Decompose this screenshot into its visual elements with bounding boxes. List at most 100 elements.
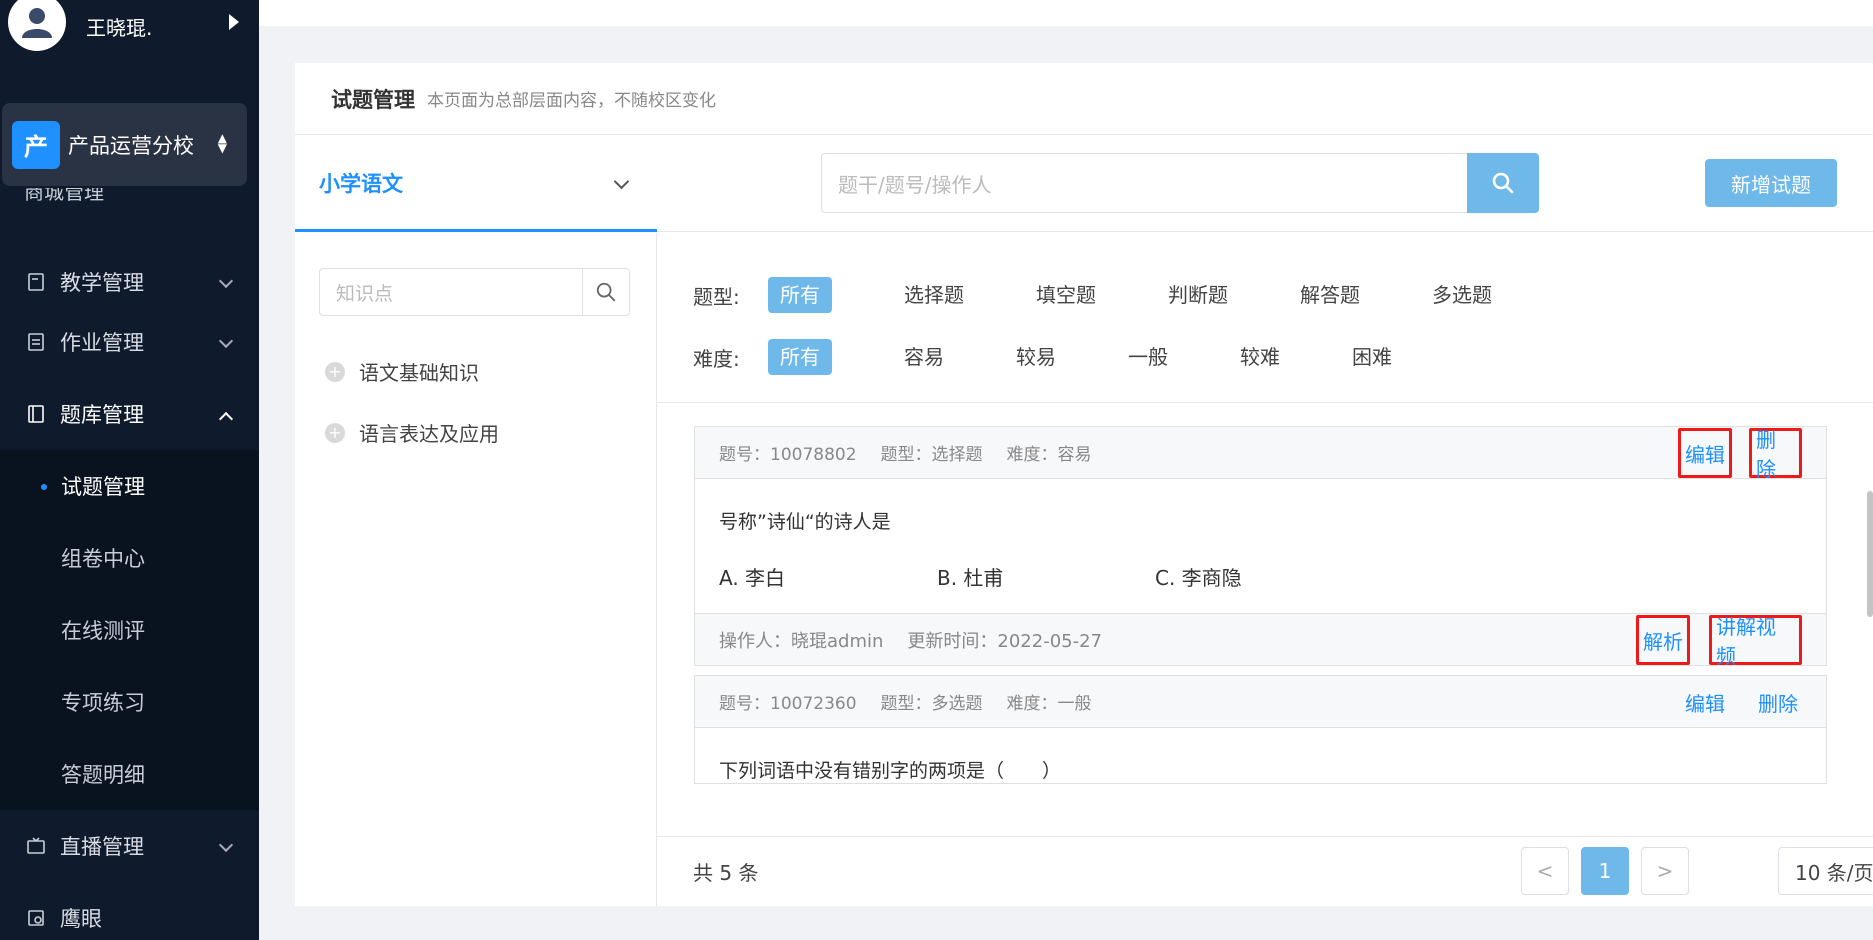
subject-select[interactable]: 小学语文 — [295, 136, 657, 232]
sidebar-subitem-online-assessment[interactable]: 在线测评 — [0, 594, 259, 666]
question-footer: 操作人：晓琨admin 更新时间：2022-05-27 解析 讲解视频 — [695, 613, 1826, 668]
question-id: 题号：10072360 — [719, 694, 857, 714]
next-page-button[interactable]: > — [1641, 847, 1689, 895]
tv-icon — [27, 837, 45, 854]
operator: 操作人：晓琨admin — [719, 630, 884, 652]
sidebar: 王晓琨. 产 产品运营分校 ▲ ▼ 商城管理 教学管理 作业管理 题库管理 试题管… — [0, 0, 259, 940]
chevron-down-icon — [613, 173, 630, 190]
knowledge-search-button[interactable] — [582, 268, 630, 316]
type-filter: 题型: 所有 选择题 填空题 判断题 解答题 多选题 — [693, 276, 1552, 314]
page-size-select[interactable]: 10 条/页 — [1778, 847, 1873, 895]
scrollbar-thumb[interactable] — [1867, 491, 1873, 617]
question-type: 题型：多选题 — [880, 694, 983, 714]
type-chip-judge[interactable]: 判断题 — [1156, 277, 1240, 313]
sidebar-item-mall[interactable]: 商城管理 — [24, 188, 104, 210]
video-action: 讲解视频 — [1709, 614, 1826, 668]
question-bank-icon — [28, 405, 44, 423]
top-bar — [259, 0, 1873, 26]
question-stem: 下列词语中没有错别字的两项是（ ） — [719, 760, 1062, 782]
sidebar-subitem-paper-center[interactable]: 组卷中心 — [0, 522, 259, 594]
option-c: C. 李商隐 — [1155, 566, 1242, 590]
question-id: 题号：10078802 — [719, 445, 857, 465]
question-options: A. 李白 B. 杜甫 C. 李商隐 — [695, 534, 1826, 591]
question-bank-submenu: 试题管理 组卷中心 在线测评 专项练习 答题明细 — [0, 450, 259, 810]
edit-button[interactable]: 编辑 — [1678, 428, 1732, 478]
chevron-down-icon — [218, 333, 234, 349]
knowledge-panel: 知识点 + 语文基础知识 + 语言表达及应用 — [295, 233, 657, 906]
updated-time: 更新时间：2022-05-27 — [907, 630, 1103, 652]
pagination: 共 5 条 < 1 > 10 条/页 — [657, 836, 1873, 906]
filter-label: 难度: — [693, 346, 740, 371]
filter-panel: 题型: 所有 选择题 填空题 判断题 解答题 多选题 难度: 所有 容易 较易 … — [657, 233, 1873, 403]
difficulty-chip-hard[interactable]: 困难 — [1340, 339, 1404, 375]
edit-action: 编辑 — [1685, 676, 1749, 728]
page-button-1[interactable]: 1 — [1581, 847, 1629, 895]
eye-icon — [28, 910, 44, 926]
subject-value: 小学语文 — [319, 171, 403, 196]
tree-item-label: 语言表达及应用 — [359, 422, 499, 446]
question-card: 题号：10078802 题型：选择题 难度：容易 编辑 删除 号称”诗仙“的诗人… — [694, 426, 1827, 668]
search-input[interactable]: 题干/题号/操作人 — [821, 153, 1469, 213]
explain-video-button[interactable]: 讲解视频 — [1709, 615, 1802, 668]
tree-item[interactable]: + 语文基础知识 — [325, 357, 479, 386]
page-size-value: 10 条/页 — [1795, 860, 1873, 885]
question-difficulty: 难度：一般 — [1006, 694, 1092, 714]
difficulty-chip-easy[interactable]: 容易 — [892, 339, 956, 375]
type-chip-multi[interactable]: 多选题 — [1420, 277, 1504, 313]
expand-arrow-icon[interactable] — [229, 14, 239, 30]
difficulty-chip-medium[interactable]: 一般 — [1116, 339, 1180, 375]
search-icon — [596, 282, 616, 302]
question-type: 题型：选择题 — [880, 445, 983, 465]
prev-page-button[interactable]: < — [1521, 847, 1569, 895]
question-meta: 题号：10072360 题型：多选题 难度：一般 编辑 删除 — [695, 676, 1826, 728]
add-question-button[interactable]: 新增试题 — [1705, 159, 1837, 207]
main-panel: 试题管理 本页面为总部层面内容，不随校区变化 小学语文 题干/题号/操作人 新增… — [295, 63, 1873, 906]
page-title: 试题管理 — [331, 87, 415, 112]
knowledge-search-input[interactable]: 知识点 — [319, 268, 583, 316]
user-profile[interactable]: 王晓琨. — [8, 0, 259, 52]
sidebar-item-label: 题库管理 — [60, 403, 144, 427]
sidebar-item-question-bank[interactable]: 题库管理 — [0, 378, 259, 450]
expand-plus-icon[interactable]: + — [325, 422, 345, 443]
sidebar-item-live[interactable]: 直播管理 — [0, 810, 259, 882]
sidebar-item-homework[interactable]: 作业管理 — [0, 306, 259, 378]
difficulty-chip-fairly-hard[interactable]: 较难 — [1228, 339, 1292, 375]
option-a: A. 李白 — [719, 566, 786, 590]
chevron-up-icon — [218, 411, 234, 427]
search-icon — [1492, 172, 1514, 194]
type-chip-answer[interactable]: 解答题 — [1288, 277, 1372, 313]
delete-action: 删除 — [1758, 676, 1822, 728]
sort-caret-icon: ▲ ▼ — [217, 131, 227, 155]
chevron-down-icon — [218, 273, 234, 289]
delete-button[interactable]: 删除 — [1749, 428, 1802, 481]
search-button[interactable] — [1467, 153, 1539, 213]
difficulty-filter: 难度: 所有 容易 较易 一般 较难 困难 — [693, 338, 1452, 376]
page-header: 试题管理 本页面为总部层面内容，不随校区变化 — [295, 63, 1873, 135]
book-icon — [28, 273, 44, 291]
difficulty-chip-all[interactable]: 所有 — [768, 339, 832, 375]
school-name: 产品运营分校 — [68, 133, 194, 158]
question-meta: 题号：10078802 题型：选择题 难度：容易 编辑 删除 — [695, 427, 1826, 481]
analysis-button[interactable]: 解析 — [1636, 615, 1690, 665]
type-chip-fill[interactable]: 填空题 — [1024, 277, 1108, 313]
sidebar-item-label: 鹰眼 — [60, 907, 102, 931]
sidebar-subitem-special-practice[interactable]: 专项练习 — [0, 666, 259, 738]
user-icon — [22, 8, 52, 38]
tree-item[interactable]: + 语言表达及应用 — [325, 418, 499, 447]
type-chip-choice[interactable]: 选择题 — [892, 277, 976, 313]
page-description: 本页面为总部层面内容，不随校区变化 — [427, 91, 716, 111]
divider — [657, 231, 1873, 232]
sidebar-subitem-question-management[interactable]: 试题管理 — [0, 450, 259, 522]
delete-button[interactable]: 删除 — [1758, 688, 1798, 717]
sidebar-item-label: 作业管理 — [60, 331, 144, 355]
sidebar-item-eagle-eye[interactable]: 鹰眼 — [0, 882, 259, 940]
school-switcher[interactable]: 产 产品运营分校 ▲ ▼ — [2, 103, 247, 186]
edit-button[interactable]: 编辑 — [1685, 688, 1725, 717]
sidebar-subitem-answer-details[interactable]: 答题明细 — [0, 738, 259, 810]
type-chip-all[interactable]: 所有 — [768, 277, 832, 313]
school-logo: 产 — [12, 120, 60, 169]
expand-plus-icon[interactable]: + — [325, 361, 345, 382]
sidebar-item-label: 教学管理 — [60, 271, 144, 295]
difficulty-chip-fairly-easy[interactable]: 较易 — [1004, 339, 1068, 375]
question-list: 题号：10078802 题型：选择题 难度：容易 编辑 删除 号称”诗仙“的诗人… — [657, 404, 1873, 821]
